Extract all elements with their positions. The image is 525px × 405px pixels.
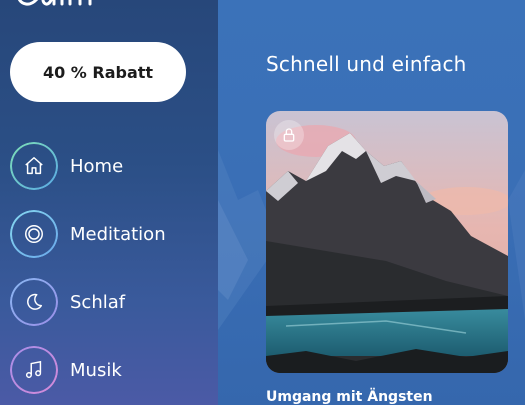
music-note-icon (10, 346, 58, 394)
main-content: Schnell und einfach Umgang mit Ängsten (218, 0, 525, 405)
sidebar-item-label: Musik (70, 359, 122, 381)
sidebar: 40 % Rabatt Home Meditation Schlaf Musik (0, 0, 218, 405)
sidebar-item-label: Meditation (70, 223, 166, 245)
sidebar-item-home[interactable]: Home (10, 142, 210, 190)
session-card[interactable] (266, 111, 508, 373)
lock-icon (274, 120, 304, 150)
calm-logo[interactable] (10, 0, 120, 16)
card-image (266, 111, 508, 373)
moon-icon (10, 278, 58, 326)
discount-button[interactable]: 40 % Rabatt (10, 42, 186, 102)
sidebar-item-label: Home (70, 155, 124, 177)
sidebar-item-label: Schlaf (70, 291, 126, 313)
card-title: Umgang mit Ängsten (266, 389, 433, 405)
section-title: Schnell und einfach (266, 52, 467, 76)
sidebar-item-sleep[interactable]: Schlaf (10, 278, 210, 326)
sidebar-item-music[interactable]: Musik (10, 346, 210, 394)
meditation-circle-icon (10, 210, 58, 258)
sidebar-item-meditation[interactable]: Meditation (10, 210, 210, 258)
home-icon (10, 142, 58, 190)
